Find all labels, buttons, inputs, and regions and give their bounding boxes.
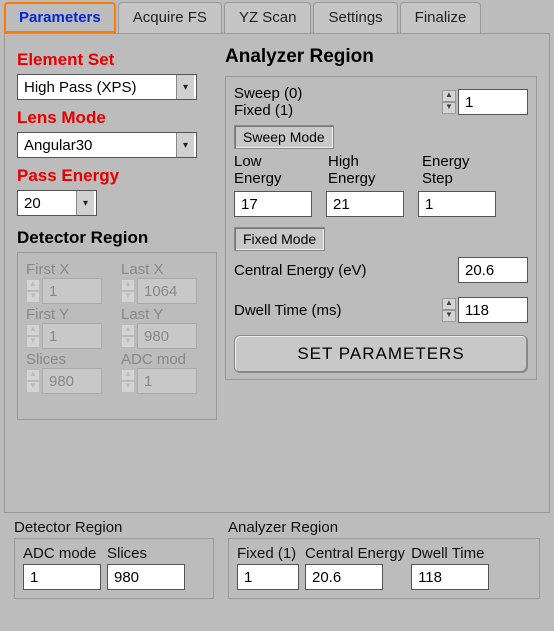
pass-energy-label: Pass Energy (17, 166, 217, 186)
lens-mode-label: Lens Mode (17, 108, 217, 128)
central-energy-label: Central Energy (eV) (234, 262, 367, 279)
detector-region-group: First X ▲▼ Last X ▲▼ First Y (17, 252, 217, 420)
adc-mode-input (137, 368, 197, 394)
last-y-input (137, 323, 197, 349)
summary-slices-label: Slices (107, 545, 185, 562)
summary-detector-box: ADC mode Slices (14, 538, 214, 599)
low-energy-input[interactable] (234, 191, 312, 217)
low-energy-label: LowEnergy (234, 153, 314, 187)
summary-dt-input[interactable] (411, 564, 489, 590)
sweep-label: Sweep (0) (234, 85, 302, 102)
tab-bar: Parameters Acquire FS YZ Scan Settings F… (0, 0, 554, 33)
sweep-fixed-spin[interactable]: ▲▼ (442, 90, 456, 114)
summary-analyzer-box: Fixed (1) Central Energy Dwell Time (228, 538, 540, 599)
energy-step-label: EnergyStep (422, 153, 502, 187)
fixed-label: Fixed (1) (234, 102, 302, 119)
tab-acquire-fs[interactable]: Acquire FS (118, 2, 222, 33)
first-y-spin: ▲▼ (26, 324, 40, 348)
element-set-label: Element Set (17, 50, 217, 70)
tab-settings[interactable]: Settings (313, 2, 397, 33)
high-energy-label: HighEnergy (328, 153, 408, 187)
slices-label: Slices (26, 351, 111, 368)
sweep-fixed-input[interactable] (458, 89, 528, 115)
summary-detector-heading: Detector Region (14, 519, 214, 536)
last-x-input (137, 278, 197, 304)
lens-mode-combo[interactable]: ▾ (17, 132, 197, 158)
summary-analyzer-heading: Analyzer Region (228, 519, 540, 536)
dwell-time-label: Dwell Time (ms) (234, 302, 342, 319)
detector-region-heading: Detector Region (17, 228, 217, 248)
summary-ce-input[interactable] (305, 564, 383, 590)
summary-slices-input[interactable] (107, 564, 185, 590)
tab-parameters[interactable]: Parameters (4, 2, 116, 33)
set-parameters-button[interactable]: SET PARAMETERS (234, 335, 528, 373)
pass-energy-input[interactable] (18, 191, 76, 215)
high-energy-input[interactable] (326, 191, 404, 217)
dropdown-icon[interactable]: ▾ (176, 133, 194, 157)
parameters-pane: Element Set ▾ Lens Mode ▾ Pass Energy ▾ … (4, 33, 550, 513)
summary-ce-label: Central Energy (305, 545, 405, 562)
first-y-input (42, 323, 102, 349)
first-y-label: First Y (26, 306, 111, 323)
element-set-combo[interactable]: ▾ (17, 74, 197, 100)
summary-row: Detector Region ADC mode Slices Analyzer… (0, 513, 554, 599)
slices-spin: ▲▼ (26, 369, 40, 393)
last-x-label: Last X (121, 261, 206, 278)
analyzer-region-heading: Analyzer Region (225, 46, 537, 68)
dwell-time-input[interactable] (458, 297, 528, 323)
element-set-input[interactable] (18, 75, 176, 99)
energy-step-input[interactable] (418, 191, 496, 217)
summary-dt-label: Dwell Time (411, 545, 489, 562)
lens-mode-input[interactable] (18, 133, 176, 157)
summary-fixed-label: Fixed (1) (237, 545, 299, 562)
summary-adc-label: ADC mode (23, 545, 101, 562)
adc-mode-spin: ▲▼ (121, 369, 135, 393)
tab-yz-scan[interactable]: YZ Scan (224, 2, 312, 33)
first-x-input (42, 278, 102, 304)
dropdown-icon[interactable]: ▾ (176, 75, 194, 99)
analyzer-region-group: Sweep (0) Fixed (1) ▲▼ Sweep Mode LowEne… (225, 76, 537, 380)
last-x-spin: ▲▼ (121, 279, 135, 303)
adc-mode-label: ADC mod (121, 351, 206, 368)
sweep-mode-button[interactable]: Sweep Mode (234, 125, 334, 149)
pass-energy-combo[interactable]: ▾ (17, 190, 97, 216)
first-x-label: First X (26, 261, 111, 278)
summary-adc-input[interactable] (23, 564, 101, 590)
last-y-spin: ▲▼ (121, 324, 135, 348)
fixed-mode-button[interactable]: Fixed Mode (234, 227, 325, 251)
tab-finalize[interactable]: Finalize (400, 2, 482, 33)
first-x-spin: ▲▼ (26, 279, 40, 303)
last-y-label: Last Y (121, 306, 206, 323)
dwell-time-spin[interactable]: ▲▼ (442, 298, 456, 322)
slices-input (42, 368, 102, 394)
summary-fixed-input[interactable] (237, 564, 299, 590)
dropdown-icon[interactable]: ▾ (76, 191, 94, 215)
central-energy-input[interactable] (458, 257, 528, 283)
